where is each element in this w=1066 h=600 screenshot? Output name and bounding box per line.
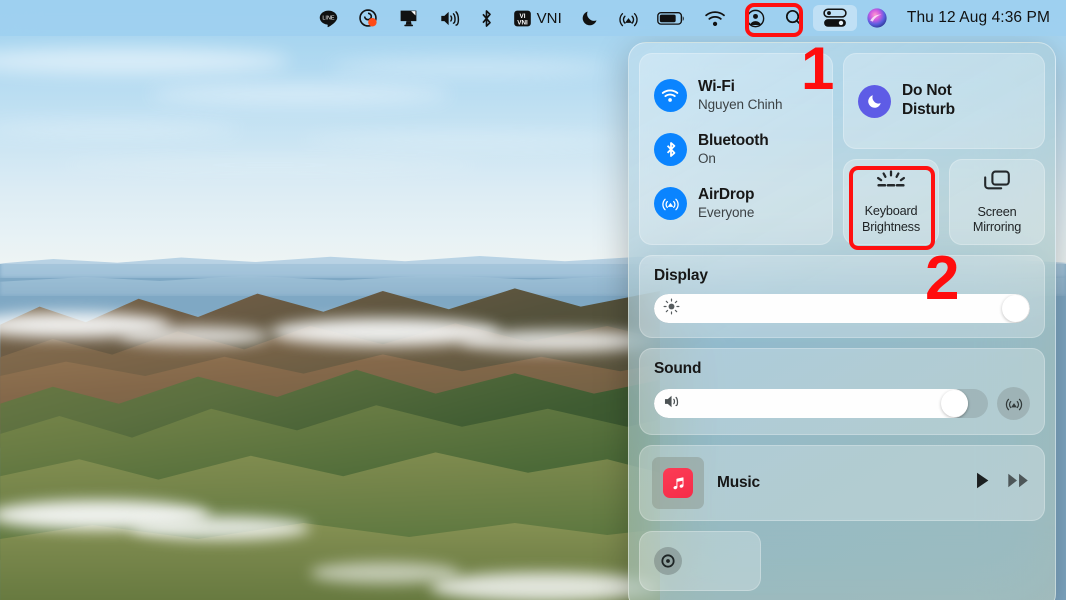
- screen-mirroring-label: Screen Mirroring: [973, 205, 1021, 236]
- display-label: Display: [654, 267, 708, 284]
- keyboard-brightness-tile[interactable]: Keyboard Brightness: [843, 159, 939, 245]
- cloud-wisp: [60, 160, 480, 170]
- display-slider-knob[interactable]: [1002, 295, 1029, 322]
- volume-icon[interactable]: [429, 5, 470, 31]
- control-center-panel: Wi-Fi Nguyen Chinh Bluetooth On AirDrop …: [628, 42, 1056, 600]
- cloud-wisp: [150, 84, 450, 104]
- keyboard-brightness-icon: [873, 169, 909, 198]
- airdrop-icon: [654, 186, 687, 220]
- bluetooth-icon[interactable]: [470, 5, 503, 31]
- sound-slider[interactable]: [654, 389, 988, 418]
- user-account-icon[interactable]: [736, 5, 775, 31]
- bluetooth-title: Bluetooth: [698, 132, 769, 150]
- bottom-partial-card[interactable]: [639, 531, 761, 591]
- bluetooth-icon: [654, 132, 687, 166]
- sound-slider-row: [654, 387, 1030, 420]
- svg-text:VNI: VNI: [517, 19, 528, 26]
- screen-recording-icon[interactable]: [348, 5, 388, 31]
- line-icon[interactable]: LINE: [309, 5, 348, 31]
- wifi-icon: [654, 78, 687, 112]
- speaker-icon: [663, 393, 682, 414]
- airdrop-icon[interactable]: [609, 5, 648, 31]
- menu-bar: LINE VI VNI VNI Thu 12 Aug 4:36 PM: [0, 0, 1066, 36]
- partial-app-icon: [654, 547, 682, 575]
- moon-icon: [858, 84, 891, 118]
- music-title: Music: [717, 474, 760, 491]
- music-card[interactable]: Music: [639, 445, 1045, 521]
- cloud-wisp: [300, 134, 630, 146]
- fast-forward-icon[interactable]: [1007, 472, 1030, 494]
- sm-line2: Mirroring: [972, 220, 1022, 234]
- sound-slider-knob[interactable]: [940, 390, 968, 417]
- screen-mirroring-tile[interactable]: Screen Mirroring: [949, 159, 1045, 245]
- svg-text:LINE: LINE: [322, 15, 335, 21]
- bluetooth-subtitle: On: [698, 150, 716, 166]
- cloud-layer: [120, 326, 270, 346]
- airdrop-row[interactable]: AirDrop Everyone: [654, 176, 832, 230]
- sound-label: Sound: [654, 360, 702, 377]
- dnd-line2: Disturb: [902, 101, 955, 118]
- cloud-layer: [430, 572, 660, 600]
- vni-label: VNI: [536, 9, 562, 27]
- wifi-icon[interactable]: [695, 5, 736, 31]
- control-center-icon[interactable]: [812, 5, 857, 31]
- sm-line1: Screen: [977, 204, 1017, 219]
- wifi-subtitle: Nguyen Chinh: [698, 96, 783, 112]
- screen-mirroring-icon: [982, 169, 1012, 199]
- connectivity-tile: Wi-Fi Nguyen Chinh Bluetooth On AirDrop …: [639, 53, 833, 245]
- cloud-wisp: [330, 58, 610, 76]
- airdrop-subtitle: Everyone: [698, 204, 755, 220]
- menu-bar-clock[interactable]: Thu 12 Aug 4:36 PM: [897, 9, 1054, 27]
- spotlight-search-icon[interactable]: [775, 5, 813, 31]
- bluetooth-text: Bluetooth On: [698, 132, 769, 165]
- do-not-disturb-icon[interactable]: [571, 5, 609, 31]
- wifi-row[interactable]: Wi-Fi Nguyen Chinh: [654, 68, 832, 122]
- sound-card: Sound: [639, 348, 1045, 435]
- battery-icon[interactable]: [648, 5, 695, 31]
- wifi-title: Wi-Fi: [698, 78, 735, 96]
- play-icon[interactable]: [974, 471, 991, 495]
- airdrop-text: AirDrop Everyone: [698, 186, 754, 219]
- siri-icon[interactable]: [857, 5, 897, 31]
- cloud-layer: [130, 516, 310, 540]
- dnd-line1: Do Not: [902, 82, 952, 100]
- control-center-right-column: Do Not Disturb Keyboard Brightness Scree…: [843, 53, 1045, 245]
- do-not-disturb-tile[interactable]: Do Not Disturb: [843, 53, 1045, 149]
- display-card: Display: [639, 255, 1045, 338]
- display-slider[interactable]: [654, 294, 1030, 323]
- display-icon[interactable]: [388, 5, 429, 31]
- bluetooth-row[interactable]: Bluetooth On: [654, 122, 832, 176]
- kb-line1: Keyboard: [864, 204, 918, 219]
- music-artwork: [652, 457, 704, 509]
- do-not-disturb-label: Do Not Disturb: [902, 82, 955, 119]
- vni-input-icon[interactable]: VI VNI VNI: [503, 5, 571, 31]
- sound-slider-fill: [654, 389, 968, 418]
- square-tile-row: Keyboard Brightness Screen Mirroring: [843, 159, 1045, 245]
- keyboard-brightness-label: Keyboard Brightness: [862, 204, 920, 235]
- music-controls: [974, 471, 1030, 495]
- wifi-text: Wi-Fi Nguyen Chinh: [698, 78, 782, 111]
- airdrop-title: AirDrop: [698, 186, 755, 204]
- display-slider-fill: [654, 294, 1030, 323]
- airplay-icon[interactable]: [997, 387, 1030, 420]
- display-slider-row: [654, 294, 1030, 323]
- control-center-top-row: Wi-Fi Nguyen Chinh Bluetooth On AirDrop …: [639, 53, 1045, 245]
- brightness-icon: [663, 298, 680, 320]
- kb-line2: Brightness: [862, 219, 920, 234]
- apple-music-icon: [663, 468, 693, 498]
